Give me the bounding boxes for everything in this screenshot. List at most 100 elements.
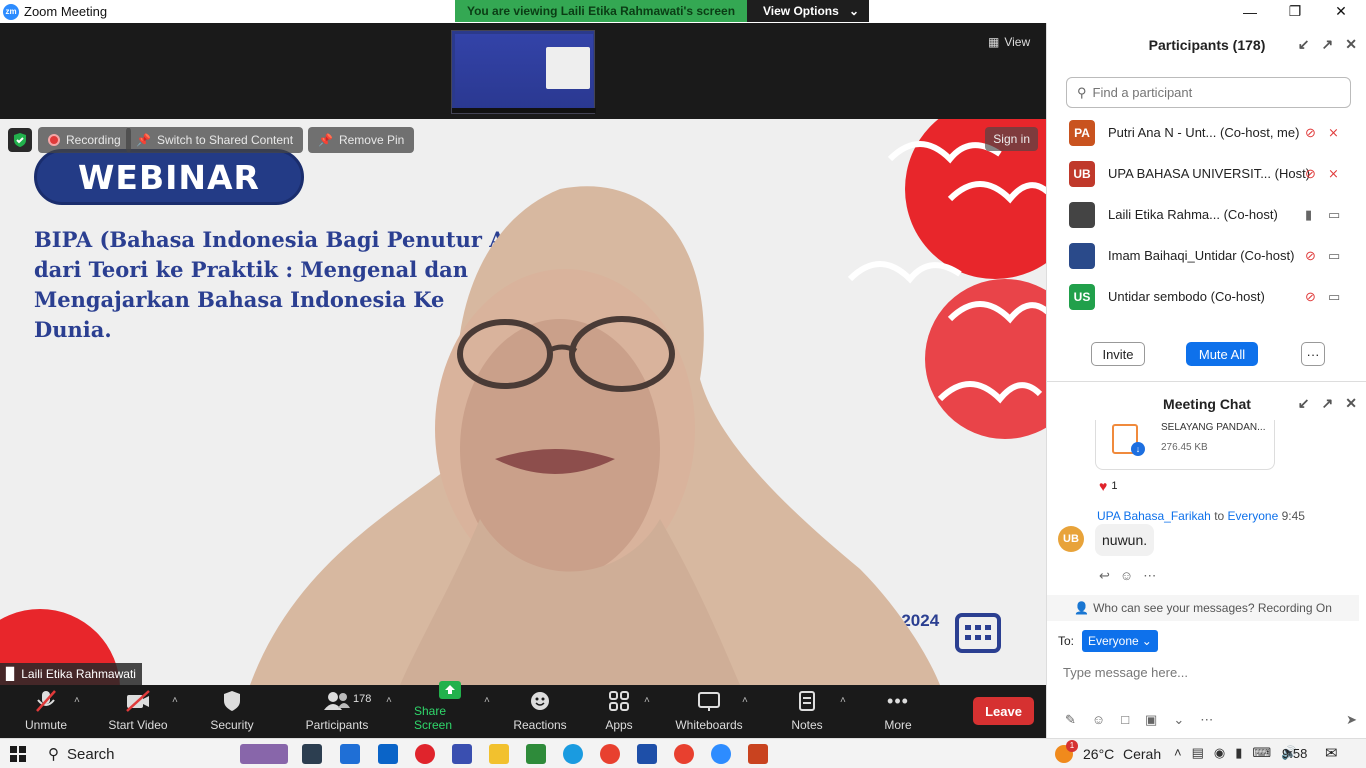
participant-row[interactable]: Laili Etika Rahma... (Co-host) ▮ ▭ (1047, 194, 1357, 235)
mail-icon[interactable] (378, 744, 398, 764)
participants-icon (324, 688, 350, 714)
participant-row[interactable]: UB UPA BAHASA UNIVERSIT... (Host) ⊘ ⨯ (1047, 153, 1357, 194)
participant-search-input[interactable] (1092, 85, 1333, 100)
camera-icon[interactable]: ◉ (1214, 745, 1225, 761)
security-button[interactable]: Security (205, 685, 259, 738)
emoji-icon[interactable]: ☺ (1092, 712, 1105, 728)
restore-button[interactable]: ❐ (1272, 0, 1318, 23)
close-icon[interactable]: ✕ (1345, 36, 1357, 53)
invite-button[interactable]: Invite (1091, 342, 1145, 366)
view-options-button[interactable]: View Options ⌄ (747, 0, 869, 22)
recording-indicator[interactable]: Recording (38, 127, 131, 153)
mic-muted-icon[interactable]: ⊘ (1305, 166, 1316, 182)
minimize-button[interactable]: — (1227, 0, 1273, 23)
caret-up-icon[interactable]: ˄ (484, 695, 490, 706)
remove-pin-button[interactable]: 📌 Remove Pin (308, 127, 415, 153)
powerpoint-icon[interactable] (748, 744, 768, 764)
battery-icon[interactable]: ▮ (1235, 745, 1242, 761)
unmute-button[interactable]: Unmute (18, 685, 74, 738)
mute-all-button[interactable]: Mute All (1186, 342, 1258, 366)
view-button[interactable]: ▦ View (988, 35, 1030, 49)
more-options-button[interactable]: ··· (1301, 342, 1325, 366)
network-icon[interactable]: ▤ (1192, 745, 1204, 761)
mic-muted-icon[interactable]: ⊘ (1305, 289, 1316, 305)
recipient-dropdown[interactable]: Everyone ⌄ (1082, 630, 1158, 652)
add-reaction-icon[interactable]: ☺ (1120, 568, 1133, 584)
send-icon[interactable]: ➤ (1346, 712, 1357, 728)
app-icon[interactable] (452, 744, 472, 764)
caret-up-icon[interactable]: ˄ (172, 695, 178, 706)
more-button[interactable]: ••• More (878, 685, 918, 738)
shield-check-icon[interactable] (8, 128, 32, 152)
side-panel: Participants (178) ↙ ↗ ✕ ⚲ PA Putri Ana N… (1046, 23, 1366, 738)
sign-in-button[interactable]: Sign in (985, 127, 1038, 151)
caret-up-icon[interactable]: ˄ (74, 695, 80, 706)
more-dots-icon[interactable]: ⋯ (1200, 712, 1213, 728)
caret-up-icon[interactable]: ˄ (742, 695, 748, 706)
taskbar-search-label: Search (67, 745, 115, 763)
chevron-down-icon[interactable]: ⌄ (1173, 712, 1184, 728)
privacy-note[interactable]: 👤 Who can see your messages? Recording O… (1047, 595, 1359, 621)
share-screen-button[interactable]: Share Screen (414, 681, 486, 738)
reaction-heart[interactable]: ♥ 1 (1099, 478, 1117, 494)
camera-off-icon[interactable]: ⨯ (1328, 125, 1339, 141)
camera-icon[interactable]: ▭ (1328, 207, 1340, 223)
chevron-up-icon[interactable]: ˄ (1174, 745, 1182, 761)
file-attachment[interactable]: ↓ SELAYANG PANDAN... 276.45 KB (1095, 420, 1275, 470)
zoom-icon[interactable] (711, 744, 731, 764)
store-icon[interactable] (526, 744, 546, 764)
word-icon[interactable] (637, 744, 657, 764)
leave-button[interactable]: Leave (973, 697, 1034, 725)
caret-up-icon[interactable]: ˄ (386, 695, 392, 706)
participant-row[interactable]: US Untidar sembodo (Co-host) ⊘ ▭ (1047, 276, 1357, 317)
pop-out-icon[interactable]: ↗ (1322, 395, 1334, 412)
collapse-icon[interactable]: ↙ (1298, 36, 1310, 53)
windows-start-icon[interactable] (10, 746, 26, 762)
message-input[interactable]: Type message here... (1063, 665, 1188, 680)
reply-icon[interactable]: ↩ (1099, 568, 1110, 584)
camera-icon[interactable]: ▭ (1328, 248, 1340, 264)
pop-out-icon[interactable]: ↗ (1322, 36, 1334, 53)
shared-screen-thumbnail[interactable] (451, 30, 596, 114)
switch-to-shared-content-button[interactable]: 📌 Switch to Shared Content (126, 127, 304, 153)
reactions-button[interactable]: Reactions (512, 685, 568, 738)
edge-icon[interactable] (563, 744, 583, 764)
file-icon[interactable]: □ (1121, 712, 1129, 728)
chrome-icon[interactable] (600, 744, 620, 764)
format-icon[interactable]: ✎ (1065, 712, 1076, 728)
camera-icon[interactable]: ▭ (1328, 289, 1340, 305)
participant-row[interactable]: Imam Baihaqi_Untidar (Co-host) ⊘ ▭ (1047, 235, 1357, 276)
close-icon[interactable]: ✕ (1345, 395, 1357, 412)
file-explorer-icon[interactable] (489, 744, 509, 764)
collapse-icon[interactable]: ↙ (1298, 395, 1310, 412)
camera-off-icon[interactable]: ⨯ (1328, 166, 1339, 182)
taskbar-search[interactable]: ⚲ Search (36, 739, 236, 768)
clock[interactable]: 9:58 (1282, 746, 1307, 761)
chrome-icon[interactable] (674, 744, 694, 764)
caret-up-icon[interactable]: ˄ (840, 695, 846, 706)
keyboard-icon[interactable]: ⌨ (1252, 745, 1271, 761)
screenshot-icon[interactable]: ▣ (1145, 712, 1157, 728)
mic-muted-icon[interactable]: ⊘ (1305, 248, 1316, 264)
mic-muted-icon[interactable]: ⊘ (1305, 125, 1316, 141)
close-window-button[interactable]: ✕ (1318, 0, 1364, 23)
task-view-icon[interactable] (302, 744, 322, 764)
participant-row[interactable]: PA Putri Ana N - Unt... (Co-host, me) ⊘ ⨯ (1047, 112, 1357, 153)
participants-header: Participants (178) ↙ ↗ ✕ (1047, 23, 1366, 67)
notification-icon[interactable]: ✉ (1325, 744, 1338, 762)
caret-up-icon[interactable]: ˄ (644, 695, 650, 706)
mic-icon[interactable]: ▮ (1305, 207, 1312, 223)
apps-button[interactable]: Apps (598, 685, 640, 738)
sender-name[interactable]: UPA Bahasa_Farikah (1097, 509, 1211, 523)
participant-avatar: PA (1069, 119, 1095, 146)
whiteboards-button[interactable]: Whiteboards (673, 685, 745, 738)
start-video-button[interactable]: Start Video (106, 685, 170, 738)
opera-icon[interactable] (415, 744, 435, 764)
participant-search-field[interactable]: ⚲ (1066, 77, 1351, 108)
search-highlight-icon[interactable] (240, 744, 288, 764)
notes-button[interactable]: Notes (787, 685, 827, 738)
more-dots-icon[interactable]: ⋯ (1143, 568, 1156, 584)
dropbox-icon[interactable] (340, 744, 360, 764)
download-icon[interactable]: ↓ (1131, 442, 1145, 456)
recipient-name[interactable]: Everyone (1228, 509, 1279, 523)
